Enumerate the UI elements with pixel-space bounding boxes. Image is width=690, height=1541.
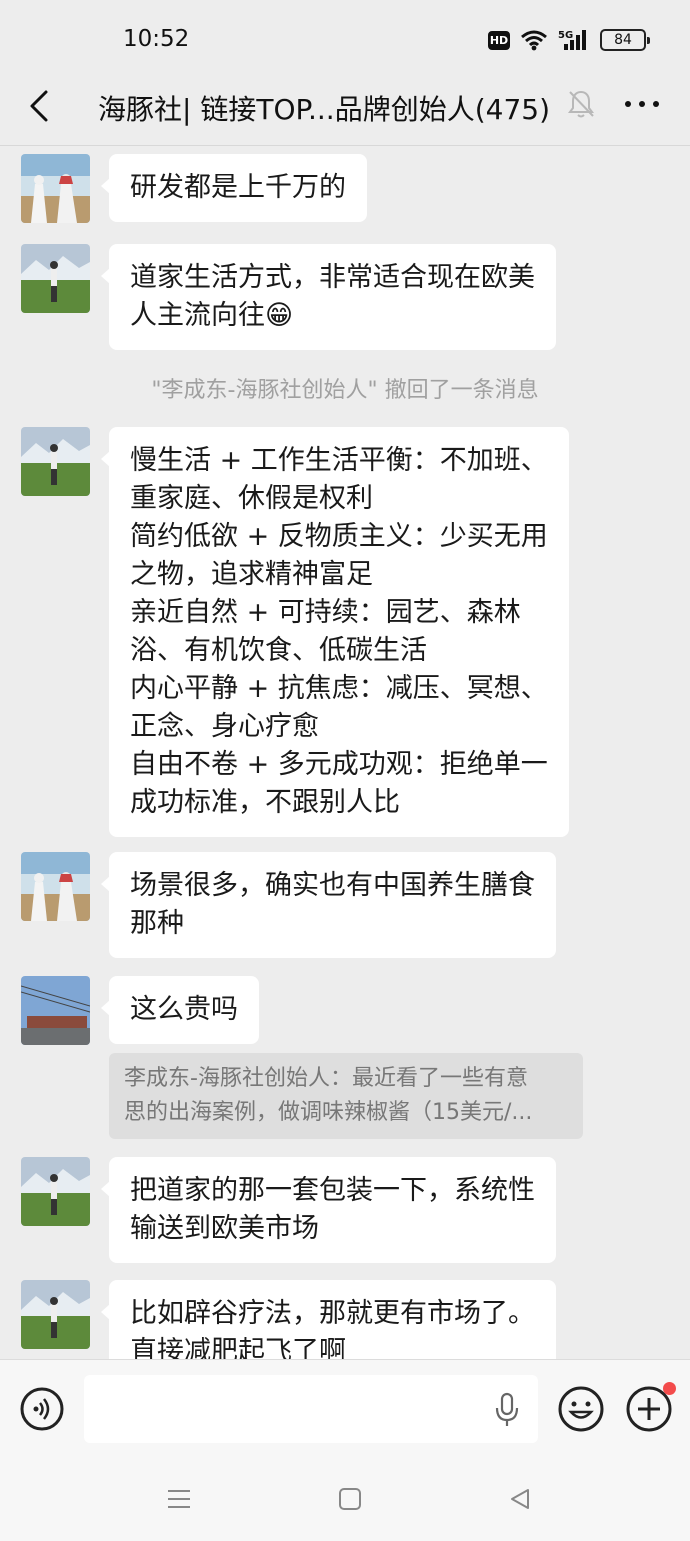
signal-5g-icon: 5G xyxy=(558,30,586,50)
voice-icon[interactable] xyxy=(19,1386,65,1432)
message-text: 道家生活方式，非常适合现在欧美 xyxy=(130,262,535,293)
message-text: 人主流向往😁 xyxy=(130,300,294,331)
message-text: 慢生活 + 工作生活平衡：不加班、 xyxy=(130,445,548,476)
chat-title: 海豚社| 链接TOP...品牌创始人(475) xyxy=(98,93,550,126)
message-text: 浴、有机饮食、低碳生活 xyxy=(130,635,427,666)
message-bubble[interactable]: 研发都是上千万的 xyxy=(101,154,367,222)
message-list[interactable]: 研发都是上千万的 道家生活方式，非常适合现在欧美 人主流向往😁 "李成东-海豚社… xyxy=(0,147,690,1359)
avatar-desert[interactable] xyxy=(21,852,90,921)
avatar-golfer[interactable] xyxy=(21,1280,90,1349)
avatar-golfer[interactable] xyxy=(21,1157,90,1226)
message-text: 研发都是上千万的 xyxy=(130,172,346,203)
input-bar xyxy=(0,1359,690,1459)
message-bubble[interactable]: 比如辟谷疗法，那就更有市场了。 直接减肥起飞了啊 xyxy=(101,1280,556,1359)
message-bubble[interactable]: 慢生活 + 工作生活平衡：不加班、 重家庭、休假是权利 简约低欲 + 反物质主义… xyxy=(101,427,569,837)
nav-back-icon[interactable] xyxy=(508,1487,532,1511)
avatar-building[interactable] xyxy=(21,976,90,1045)
status-time: 10:52 xyxy=(123,26,190,52)
message-text: 内心平静 + 抗焦虑：减压、冥想、 xyxy=(130,673,548,704)
wifi-icon xyxy=(521,30,547,51)
avatar-golfer[interactable] xyxy=(21,244,90,313)
avatar-golfer[interactable] xyxy=(21,427,90,496)
avatar-desert[interactable] xyxy=(21,154,90,223)
svg-text:5G: 5G xyxy=(558,30,573,41)
message-bubble[interactable]: 这么贵吗 xyxy=(101,976,259,1044)
message-text: 输送到欧美市场 xyxy=(130,1213,319,1244)
message-input[interactable] xyxy=(84,1375,538,1443)
quoted-message[interactable]: 李成东-海豚社创始人：最近看了一些有意 思的出海案例，做调味辣椒酱（15美元/.… xyxy=(109,1053,583,1139)
system-nav-bar xyxy=(0,1459,690,1541)
message-text: 自由不卷 + 多元成功观：拒绝单一 xyxy=(130,749,548,780)
message-text: 直接减肥起飞了啊 xyxy=(130,1336,346,1359)
mic-icon[interactable] xyxy=(492,1392,522,1428)
message-text: 重家庭、休假是权利 xyxy=(130,483,373,514)
message-text: 之物，追求精神富足 xyxy=(130,559,373,590)
hd-icon: HD xyxy=(488,30,510,50)
recent-apps-icon[interactable] xyxy=(166,1487,192,1511)
message-text: 场景很多，确实也有中国养生膳食 xyxy=(130,870,535,901)
message-bubble[interactable]: 把道家的那一套包装一下，系统性 输送到欧美市场 xyxy=(101,1157,556,1263)
message-text: 比如辟谷疗法，那就更有市场了。 xyxy=(130,1298,535,1329)
notification-dot xyxy=(663,1382,676,1395)
status-bar: 10:52 HD 5G 84 xyxy=(0,0,690,80)
home-icon[interactable] xyxy=(338,1487,362,1511)
emoji-icon[interactable] xyxy=(557,1385,605,1433)
more-dots-icon[interactable] xyxy=(622,90,662,120)
message-text: 正念、身心疗愈 xyxy=(130,711,319,742)
recall-notice: "李成东-海豚社创始人" 撤回了一条消息 xyxy=(151,378,539,403)
chat-header: 海豚社| 链接TOP...品牌创始人(475) xyxy=(0,80,690,146)
bell-muted-icon xyxy=(568,90,594,118)
quote-text: 李成东-海豚社创始人：最近看了一些有意 xyxy=(124,1066,528,1091)
message-bubble[interactable]: 场景很多，确实也有中国养生膳食 那种 xyxy=(101,852,556,958)
back-arrow-icon[interactable] xyxy=(24,86,56,126)
message-text: 成功标准，不跟别人比 xyxy=(130,787,400,818)
message-bubble[interactable]: 道家生活方式，非常适合现在欧美 人主流向往😁 xyxy=(101,244,556,350)
status-icons: HD 5G 84 xyxy=(488,28,650,52)
message-text: 这么贵吗 xyxy=(130,994,238,1025)
quote-text: 思的出海案例，做调味辣椒酱（15美元/... xyxy=(124,1100,533,1125)
message-text: 亲近自然 + 可持续：园艺、森林 xyxy=(130,597,521,628)
battery-icon: 84 xyxy=(600,29,650,51)
message-text: 简约低欲 + 反物质主义：少买无用 xyxy=(130,521,548,552)
message-text: 把道家的那一套包装一下，系统性 xyxy=(130,1175,535,1206)
message-text: 那种 xyxy=(130,908,184,939)
